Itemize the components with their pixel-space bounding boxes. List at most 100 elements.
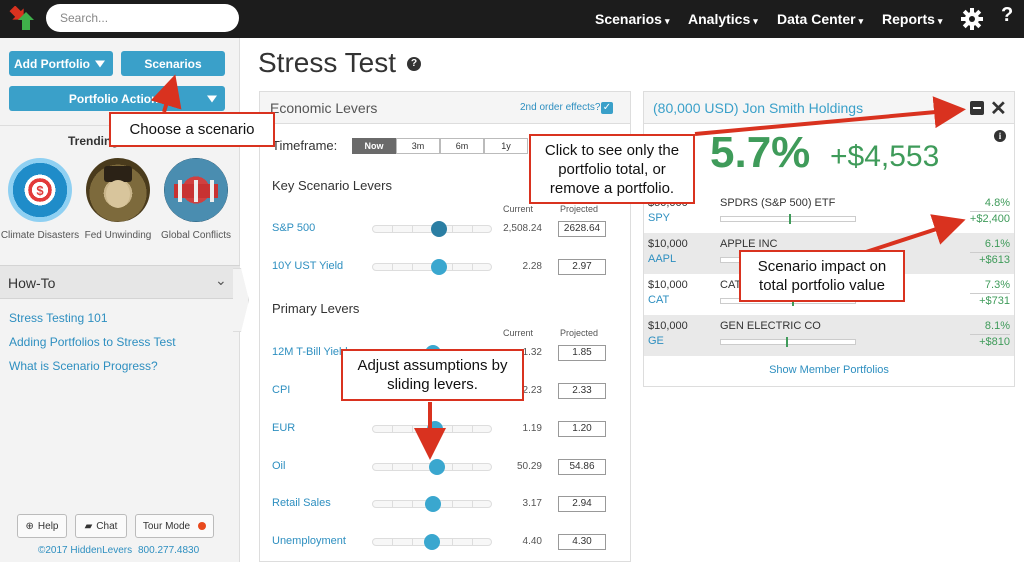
- nav-data-center[interactable]: Data Center ▾: [777, 0, 863, 38]
- nav-reports[interactable]: Reports ▾: [882, 0, 942, 38]
- help-icon[interactable]: ?: [1001, 4, 1013, 27]
- divider: [970, 211, 1010, 212]
- lever-slider-track[interactable]: [372, 221, 492, 237]
- howto-link[interactable]: Stress Testing 101: [9, 311, 108, 325]
- divider: [970, 293, 1010, 294]
- lever-projected-input[interactable]: 1.85: [558, 345, 606, 361]
- global-conflicts-thumbnail[interactable]: [164, 158, 228, 222]
- fed-unwinding-thumbnail[interactable]: [86, 158, 150, 222]
- lever-slider-handle[interactable]: [431, 221, 447, 237]
- nav-analytics[interactable]: Analytics ▾: [688, 0, 758, 38]
- lever-projected-input[interactable]: 2628.64: [558, 221, 606, 237]
- holding-value: +$613: [979, 254, 1010, 266]
- help-button[interactable]: ⊕ Help: [17, 514, 67, 538]
- lever-eur[interactable]: EUR: [272, 422, 295, 434]
- timeframe-3m[interactable]: 3m: [396, 138, 440, 154]
- portfolio-impact-amount: +$4,553: [830, 140, 940, 173]
- lever-projected-input[interactable]: 54.86: [558, 459, 606, 475]
- holding-percent: 6.1%: [984, 238, 1010, 250]
- lever-sp500[interactable]: S&P 500: [272, 222, 315, 234]
- timeframe-6m[interactable]: 6m: [440, 138, 484, 154]
- callout-scenario-impact: Scenario impact on total portfolio value: [739, 250, 905, 302]
- holding-ticker[interactable]: SPY: [648, 212, 670, 224]
- timeframe-label: Timeframe:: [272, 138, 338, 153]
- callout-adjust-levers: Adjust assumptions by sliding levers.: [341, 349, 524, 401]
- caret-down-icon: [95, 60, 105, 67]
- lever-projected-input[interactable]: 2.97: [558, 259, 606, 275]
- info-icon[interactable]: i: [994, 130, 1006, 142]
- lever-projected-input[interactable]: 4.30: [558, 534, 606, 550]
- chevron-down-icon: ⌄: [215, 272, 227, 288]
- copyright: ©2017 HiddenLevers: [38, 545, 133, 556]
- callout-portfolio-controls: Click to see only the portfolio total, o…: [529, 134, 695, 204]
- howto-link[interactable]: What is Scenario Progress?: [9, 359, 158, 373]
- projected-col-header: Projected: [560, 204, 599, 214]
- hiddenlevers-logo-icon[interactable]: [8, 6, 38, 32]
- lever-slider-handle[interactable]: [429, 459, 445, 475]
- lever-unemployment[interactable]: Unemployment: [272, 535, 346, 547]
- howto-link[interactable]: Adding Portfolios to Stress Test: [9, 335, 176, 349]
- nav-scenarios[interactable]: Scenarios ▾: [595, 0, 669, 38]
- lever-oil[interactable]: Oil: [272, 460, 285, 472]
- tour-mode-button[interactable]: Tour Mode: [135, 514, 214, 538]
- trending-caption: Fed Unwinding: [84, 230, 152, 241]
- close-icon[interactable]: ✕: [990, 96, 1007, 121]
- lever-current-value: 50.29: [516, 461, 542, 472]
- help-circle-icon[interactable]: ?: [407, 57, 421, 71]
- lever-slider-handle[interactable]: [424, 534, 440, 550]
- phone-number[interactable]: 800.277.4830: [138, 545, 199, 556]
- timeframe-now[interactable]: Now: [352, 138, 396, 154]
- holding-row[interactable]: $50,000 SPY SPDRS (S&P 500) ETF 4.8% +$2…: [644, 192, 1014, 233]
- lever-current-value: 4.40: [522, 536, 542, 547]
- lever-cpi[interactable]: CPI: [272, 384, 290, 396]
- timeframe-1y[interactable]: 1y: [484, 138, 528, 154]
- lever-slider-track[interactable]: [372, 259, 492, 275]
- lever-slider-handle[interactable]: [427, 421, 443, 437]
- lever-projected-input[interactable]: 2.94: [558, 496, 606, 512]
- lever-slider-track[interactable]: [372, 459, 492, 475]
- lever-slider-track[interactable]: [372, 421, 492, 437]
- gear-icon[interactable]: [961, 8, 983, 30]
- second-order-label[interactable]: 2nd order effects?: [520, 102, 600, 113]
- search-input[interactable]: [46, 4, 239, 32]
- current-col-header: Current: [503, 328, 534, 338]
- projected-col-header: Projected: [560, 328, 599, 338]
- holding-ticker[interactable]: GE: [648, 335, 664, 347]
- holding-ticker[interactable]: CAT: [648, 294, 669, 306]
- portfolio-title[interactable]: (80,000 USD) Jon Smith Holdings: [653, 100, 863, 116]
- callout-choose-scenario: Choose a scenario: [109, 112, 275, 147]
- lever-slider-track[interactable]: [372, 534, 492, 550]
- holding-impact-marker: [786, 337, 788, 347]
- sidebar-collapse-handle[interactable]: [233, 268, 249, 332]
- lever-projected-input[interactable]: 1.20: [558, 421, 606, 437]
- minimize-icon[interactable]: [970, 101, 984, 115]
- holding-amount: $10,000: [648, 238, 688, 250]
- holding-ticker[interactable]: AAPL: [648, 253, 676, 265]
- show-member-portfolios-link[interactable]: Show Member Portfolios: [644, 364, 1014, 376]
- scenarios-button[interactable]: Scenarios: [121, 51, 225, 76]
- svg-text:$: $: [36, 183, 44, 198]
- lever-slider-handle[interactable]: [431, 259, 447, 275]
- tour-status-dot-icon: [198, 522, 207, 530]
- lever-10y-ust[interactable]: 10Y UST Yield: [272, 260, 343, 272]
- holding-impact-marker: [789, 214, 791, 224]
- panel-title: Economic Levers: [270, 100, 378, 116]
- chat-button[interactable]: ▰ Chat: [75, 514, 127, 538]
- second-order-checkbox[interactable]: ✓: [601, 102, 613, 114]
- panel-header: (80,000 USD) Jon Smith Holdings ✕: [644, 92, 1014, 124]
- chevron-down-icon: ▾: [664, 16, 670, 26]
- portfolio-actions-button[interactable]: Portfolio Actions: [9, 86, 225, 111]
- add-portfolio-button[interactable]: Add Portfolio: [9, 51, 113, 76]
- lever-12m-tbill[interactable]: 12M T-Bill Yield: [272, 346, 348, 358]
- climate-disasters-thumbnail[interactable]: $: [8, 158, 72, 222]
- lever-slider-handle[interactable]: [425, 496, 441, 512]
- lever-retail-sales[interactable]: Retail Sales: [272, 497, 331, 509]
- holding-amount: $10,000: [648, 279, 688, 291]
- lever-projected-input[interactable]: 2.33: [558, 383, 606, 399]
- key-levers-title: Key Scenario Levers: [272, 178, 392, 193]
- howto-header[interactable]: How-To ⌄: [0, 265, 240, 299]
- holding-value: +$2,400: [969, 213, 1010, 225]
- holding-row[interactable]: $10,000 GE GEN ELECTRIC CO 8.1% +$810: [644, 315, 1014, 356]
- lever-slider-track[interactable]: [372, 496, 492, 512]
- holding-percent: 4.8%: [984, 197, 1010, 209]
